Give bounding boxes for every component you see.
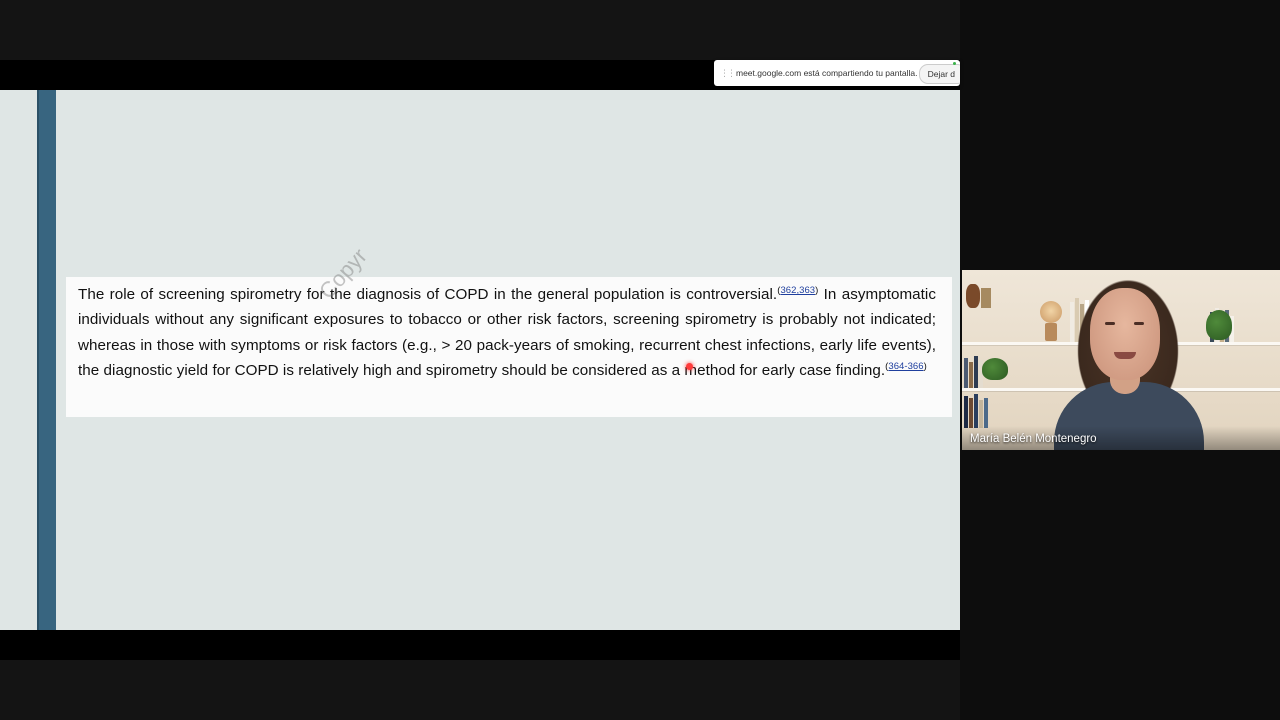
laser-pointer-icon bbox=[686, 363, 693, 370]
books bbox=[964, 352, 983, 388]
citation-2: (364-366) bbox=[885, 360, 927, 372]
citation-link-2[interactable]: 364-366 bbox=[888, 361, 923, 372]
slide-paragraph: The role of screening spirometry for the… bbox=[78, 282, 936, 383]
share-message: meet.google.com está compartiendo tu pan… bbox=[736, 68, 918, 78]
participant-face bbox=[1090, 288, 1160, 380]
participant-video-tile[interactable]: María Belén Montenegro bbox=[962, 270, 1280, 450]
slide-text-box: The role of screening spirometry for the… bbox=[66, 243, 952, 417]
sharing-indicator-icon bbox=[953, 62, 956, 65]
participant-name: María Belén Montenegro bbox=[970, 433, 1097, 445]
citation-1: (362,363) bbox=[777, 285, 819, 296]
books bbox=[966, 278, 991, 308]
stop-sharing-button[interactable]: Dejar d bbox=[918, 64, 960, 84]
top-letterbox bbox=[0, 0, 960, 60]
drag-handle-icon[interactable]: ⋮⋮ bbox=[720, 68, 736, 79]
bottom-strip bbox=[0, 630, 960, 660]
paragraph-text-1: The role of screening spirometry for the… bbox=[78, 286, 778, 303]
slide-accent-bar bbox=[37, 90, 56, 630]
screen-share-banner: ⋮⋮ meet.google.com está compartiendo tu … bbox=[714, 60, 960, 86]
presentation-slide: The role of screening spirometry for the… bbox=[0, 90, 960, 630]
plant bbox=[1206, 310, 1232, 340]
eye bbox=[1134, 322, 1144, 325]
eye bbox=[1105, 322, 1115, 325]
plant bbox=[982, 358, 1008, 380]
bottom-letterbox bbox=[0, 660, 960, 720]
mouth bbox=[1114, 352, 1136, 359]
books bbox=[964, 392, 988, 428]
citation-link-1[interactable]: 362,363 bbox=[780, 285, 815, 296]
